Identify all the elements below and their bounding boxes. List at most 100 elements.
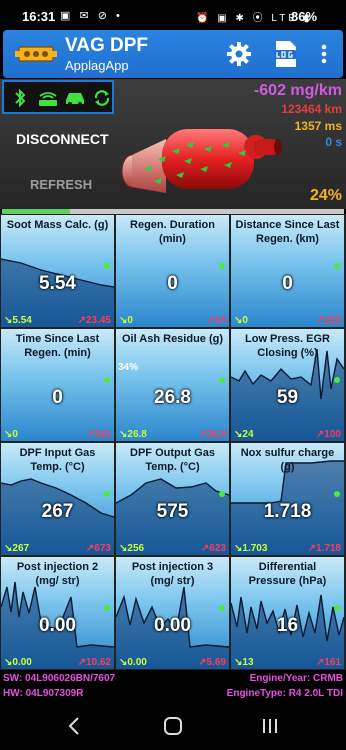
ecu-info-footer: SW: 04L906026BN/7607 HW: 04L907309R Engi…	[0, 670, 346, 702]
live-indicator-icon	[219, 491, 225, 497]
gauge-cell[interactable]: Low Press. EGR Closing (%) 59 ↘24 ↗100	[231, 329, 344, 441]
gauge-title: Post injection 3 (mg/ str)	[131, 561, 214, 587]
system-nav-bar	[0, 702, 346, 750]
gauge-value: 1.718	[263, 501, 312, 522]
battery-level: 86%	[291, 9, 318, 24]
gauge-value: 16	[276, 615, 299, 636]
gear-icon[interactable]	[226, 41, 252, 67]
live-indicator-icon	[219, 605, 225, 611]
refresh-button[interactable]: REFRESH	[30, 177, 92, 192]
gauge-min: ↘5.54	[4, 315, 32, 326]
gauge-title: Distance Since Last Regen. (km)	[235, 219, 340, 245]
engine-logo-icon	[15, 46, 57, 62]
gauge-cell[interactable]: DPF Output Gas Temp. (°C) 575 ↘256 ↗623	[116, 443, 229, 555]
live-indicator-icon	[334, 377, 340, 383]
gauge-value: 59	[276, 387, 299, 408]
obd-adapter-icon[interactable]	[36, 88, 60, 108]
gauge-max: ↗673	[85, 543, 111, 554]
live-indicator-icon	[334, 605, 340, 611]
gauge-cell[interactable]: DPF Input Gas Temp. (°C) 267 ↘267 ↗673	[1, 443, 114, 555]
status-bar: 16:31 ▣ ✉ ⊘ • ⏰ ▣ ✱ ⦿ LTE ▮ 86%	[0, 0, 346, 30]
gauge-max: ↗15	[206, 315, 226, 326]
gauge-min: ↘0	[234, 315, 248, 326]
connection-toolbar	[2, 80, 114, 114]
sync-icon[interactable]	[92, 88, 112, 108]
response-time-value: 1357 ms	[294, 119, 342, 133]
notification-icons: ▣ ✉ ⊘ •	[60, 10, 123, 22]
gauge-cell[interactable]: Distance Since Last Regen. (km) 0 ↘0 ↗223	[231, 215, 344, 327]
log-icon[interactable]	[271, 39, 299, 69]
gauge-title: DPF Output Gas Temp. (°C)	[130, 447, 215, 473]
app-bar: VAG DPF ApplagApp	[3, 30, 343, 78]
car-icon[interactable]	[64, 88, 86, 108]
gauge-value: 0.00	[154, 615, 191, 636]
soot-load-percent: 24%	[309, 187, 342, 204]
live-indicator-icon	[104, 263, 110, 269]
gauge-cell[interactable]: Oil Ash Residue (g) 34% 26.8 ↘26.8 ↗26.8	[116, 329, 229, 441]
gauge-min: ↘1.703	[234, 543, 268, 554]
status-time: 16:31	[22, 9, 56, 24]
gauge-value: 0	[167, 273, 178, 294]
gauge-title: Post injection 2 (mg/ str)	[16, 561, 99, 587]
more-vert-icon[interactable]	[316, 41, 332, 67]
gauge-min: ↘13	[234, 657, 254, 668]
live-indicator-icon	[334, 491, 340, 497]
parameter-grid: Soot Mass Calc. (g) 5.54 ↘5.54 ↗23.45 Regen.…	[0, 214, 346, 670]
gauge-max: ↗1.718	[307, 543, 341, 554]
gauge-cell[interactable]: Nox sulfur charge (g) 1.718 ↘1.703 ↗1.718	[231, 443, 344, 555]
gauge-title: Low Press. EGR Closing (%)	[245, 333, 330, 359]
home-icon[interactable]	[161, 714, 185, 738]
gauge-cell[interactable]: Post injection 2 (mg/ str) 0.00 ↘0.00 ↗10.6…	[1, 557, 114, 669]
gauge-value: 0.00	[39, 615, 76, 636]
gauge-title: Differential Pressure (hPa)	[248, 561, 327, 587]
gauge-max: ↗161	[315, 657, 341, 668]
gauge-max: ↗100	[315, 429, 341, 440]
hardware-version: HW: 04L907309R	[3, 688, 84, 699]
live-indicator-icon	[104, 377, 110, 383]
app-subtitle: ApplagApp	[65, 58, 129, 73]
gauge-title: Regen. Duration (min)	[130, 219, 215, 245]
gauge-value: 5.54	[39, 273, 76, 294]
gauge-max: ↗26.8	[198, 429, 226, 440]
gauge-cell[interactable]: Regen. Duration (min) 0 ↘0 ↗15	[116, 215, 229, 327]
gauge-cell[interactable]: Post injection 3 (mg/ str) 0.00 ↘0.00 ↗5.69	[116, 557, 229, 669]
back-icon[interactable]	[63, 714, 87, 738]
bluetooth-icon[interactable]	[10, 88, 30, 108]
gauge-min: ↘26.8	[119, 429, 147, 440]
gauge-title: Nox sulfur charge (g)	[240, 447, 335, 473]
gauge-min: ↘267	[4, 543, 30, 554]
gauge-cell[interactable]: Differential Pressure (hPa) 16 ↘13 ↗161	[231, 557, 344, 669]
gauge-min: ↘0.00	[119, 657, 147, 668]
gauge-title: Oil Ash Residue (g)	[121, 333, 224, 345]
gauge-min: ↘256	[119, 543, 145, 554]
engine-year: Engine/Year: CRMB	[249, 673, 343, 684]
gauge-title: Soot Mass Calc. (g)	[6, 219, 109, 231]
gauge-min: ↘24	[234, 429, 254, 440]
disconnect-button[interactable]: DISCONNECT	[16, 131, 109, 147]
gauge-extra: 34%	[118, 362, 139, 373]
gauge-max: ↗5.69	[198, 657, 226, 668]
gauge-value: 267	[41, 501, 74, 522]
live-indicator-icon	[219, 263, 225, 269]
software-version: SW: 04L906026BN/7607	[3, 673, 116, 684]
dpf-filter-illustration	[121, 129, 282, 193]
gauge-min: ↘0	[4, 429, 18, 440]
seconds-value: 0 s	[325, 135, 342, 149]
soot-rate-value: -602 mg/km	[253, 82, 342, 99]
gauge-min: ↘0.00	[4, 657, 32, 668]
recents-icon[interactable]	[258, 714, 282, 738]
gauge-value: 575	[156, 501, 189, 522]
gauge-value: 0	[52, 387, 63, 408]
gauge-cell[interactable]: Soot Mass Calc. (g) 5.54 ↘5.54 ↗23.45	[1, 215, 114, 327]
gauge-value: 0	[282, 273, 293, 294]
live-indicator-icon	[104, 491, 110, 497]
live-indicator-icon	[104, 605, 110, 611]
gauge-max: ↗223	[315, 315, 341, 326]
gauge-cell[interactable]: Time Since Last Regen. (min) 0 ↘0 ↗341	[1, 329, 114, 441]
dpf-status-panel: DISCONNECT REFRESH -602 mg/km 123464 km …	[0, 79, 346, 209]
app-title: VAG DPF	[65, 35, 149, 56]
gauge-min: ↘0	[119, 315, 133, 326]
distance-value: 123464 km	[281, 102, 342, 116]
gauge-value: 26.8	[154, 387, 191, 408]
live-indicator-icon	[219, 377, 225, 383]
